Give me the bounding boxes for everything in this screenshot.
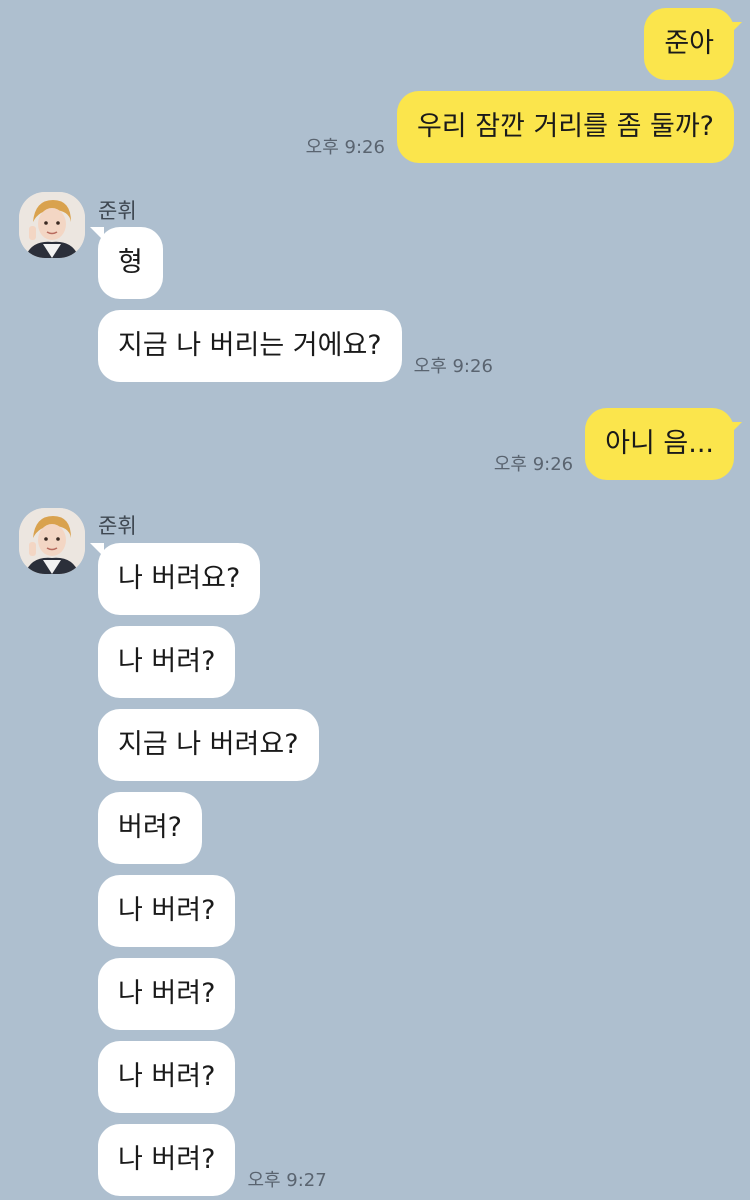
message-timestamp: 오후 9:26 xyxy=(413,356,493,377)
message-row-them: 나 버려요? xyxy=(89,543,261,615)
sender-avatar[interactable] xyxy=(19,192,85,258)
message-timestamp: 오후 9:26 xyxy=(305,137,385,158)
chat-area[interactable]: 준아 오후 9:26 우리 잠깐 거리를 좀 둘까? 준휘 형 지금 나 버리는… xyxy=(0,0,750,1200)
their-message-bubble[interactable]: 나 버려? xyxy=(98,1124,236,1196)
sender-avatar[interactable] xyxy=(19,508,85,574)
my-message-bubble[interactable]: 아니 음... xyxy=(585,408,742,480)
their-message-bubble[interactable]: 나 버려? xyxy=(98,1041,236,1113)
message-row-them: 지금 나 버려요? xyxy=(98,709,319,781)
message-timestamp: 오후 9:27 xyxy=(247,1170,327,1191)
message-row-them: 버려? xyxy=(98,792,203,864)
their-message-bubble[interactable]: 나 버려요? xyxy=(89,543,261,615)
my-message-bubble[interactable]: 우리 잠깐 거리를 좀 둘까? xyxy=(396,91,734,163)
their-message-bubble[interactable]: 지금 나 버리는 거에요? xyxy=(98,310,402,382)
their-message-bubble[interactable]: 나 버려? xyxy=(98,875,236,947)
their-message-bubble[interactable]: 나 버려? xyxy=(98,626,236,698)
message-row-them: 나 버려? xyxy=(98,1041,236,1113)
message-row-me: 오후 9:26 우리 잠깐 거리를 좀 둘까? xyxy=(294,91,734,163)
profile-photo-icon xyxy=(19,192,85,258)
message-row-them: 나 버려? xyxy=(98,958,236,1030)
their-message-bubble[interactable]: 형 xyxy=(90,227,163,299)
message-row-them: 지금 나 버리는 거에요? 오후 9:26 xyxy=(98,310,505,382)
sender-name: 준휘 xyxy=(98,514,137,538)
their-message-bubble[interactable]: 나 버려? xyxy=(98,958,236,1030)
their-message-bubble[interactable]: 버려? xyxy=(98,792,203,864)
message-row-me: 준아 xyxy=(644,8,742,80)
message-row-me: 오후 9:26 아니 음... xyxy=(482,408,742,480)
message-row-them: 나 버려? xyxy=(98,626,236,698)
their-message-bubble[interactable]: 지금 나 버려요? xyxy=(98,709,319,781)
sender-name: 준휘 xyxy=(98,199,137,223)
my-message-bubble[interactable]: 준아 xyxy=(644,8,742,80)
message-row-them: 나 버려? xyxy=(98,875,236,947)
message-timestamp: 오후 9:26 xyxy=(493,454,574,475)
profile-photo-icon xyxy=(19,508,85,574)
message-row-them: 형 xyxy=(90,227,163,299)
message-row-them: 나 버려? 오후 9:27 xyxy=(98,1124,339,1196)
